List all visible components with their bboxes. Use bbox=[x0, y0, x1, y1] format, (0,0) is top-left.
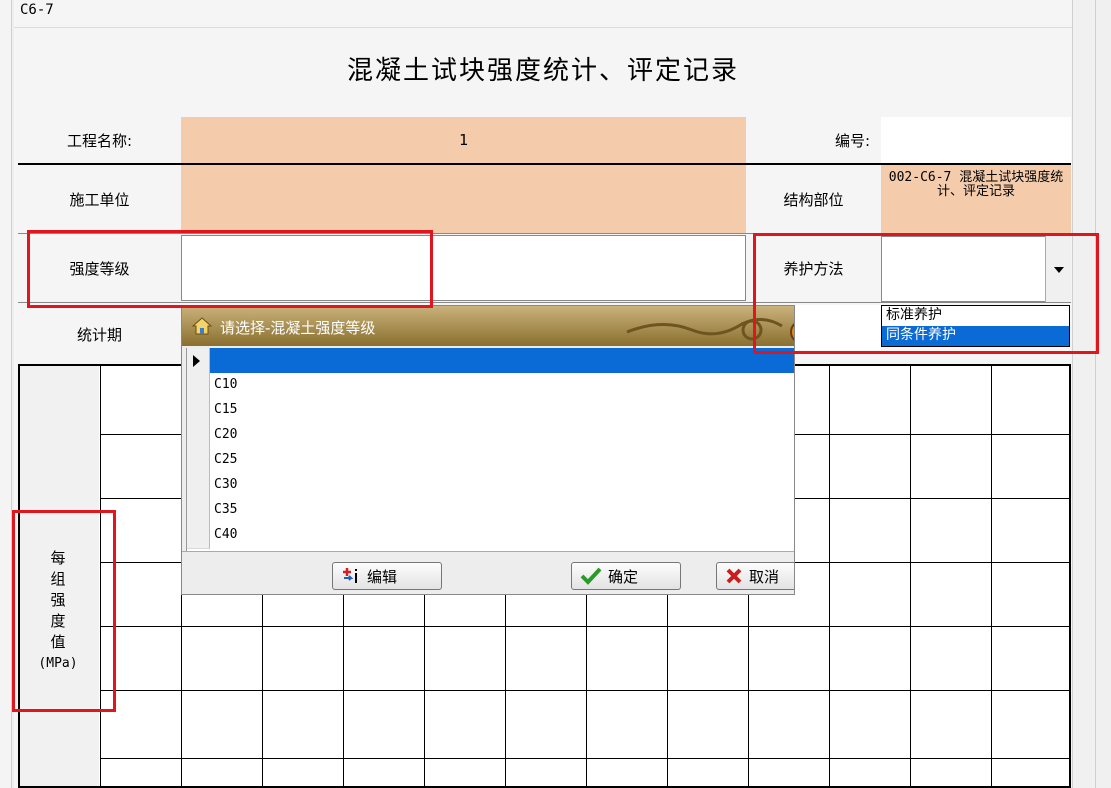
close-icon bbox=[726, 568, 742, 584]
number-label: 编号: bbox=[834, 131, 870, 150]
project-name-field[interactable]: 1 bbox=[181, 117, 746, 163]
home-icon bbox=[192, 317, 212, 335]
construction-unit-field[interactable] bbox=[181, 165, 746, 233]
list-item[interactable]: C35 bbox=[187, 498, 794, 524]
cancel-button[interactable]: 取消 bbox=[716, 562, 794, 590]
list-item[interactable]: C10 bbox=[187, 373, 794, 399]
checkmark-icon bbox=[580, 567, 602, 585]
edit-button[interactable]: 编辑 bbox=[332, 562, 442, 590]
list-item[interactable]: C15 bbox=[187, 398, 794, 424]
dialog-title: 请选择-混凝土强度等级 bbox=[220, 319, 376, 337]
edit-button-label: 编辑 bbox=[367, 567, 398, 586]
confirm-button[interactable]: 确定 bbox=[571, 562, 681, 590]
row-pointer-icon bbox=[193, 355, 200, 367]
list-item[interactable]: C25 bbox=[187, 448, 794, 474]
sheet-code: C6-7 bbox=[20, 2, 54, 18]
left-panel-edge bbox=[0, 0, 12, 788]
list-item[interactable]: C30 bbox=[187, 473, 794, 499]
highlight-curing-method bbox=[753, 233, 1099, 354]
construction-unit-label: 施工单位 bbox=[69, 190, 130, 209]
grade-value: C20 bbox=[214, 427, 238, 442]
grade-value: C15 bbox=[214, 402, 238, 417]
highlight-strength-value bbox=[12, 510, 116, 712]
list-item[interactable]: C20 bbox=[187, 423, 794, 449]
list-item[interactable] bbox=[187, 348, 794, 374]
statistics-period-label: 统计期 bbox=[76, 325, 122, 344]
grade-value: C30 bbox=[214, 477, 238, 492]
page-title: 混凝土试块强度统计、评定记录 bbox=[346, 56, 739, 86]
dialog-titlebar[interactable]: 请选择-混凝土强度等级 bbox=[182, 306, 794, 346]
project-name-label: 工程名称: bbox=[66, 131, 133, 150]
grade-value: C40 bbox=[214, 527, 238, 542]
grade-value: C35 bbox=[214, 502, 238, 517]
highlight-strength-grade bbox=[27, 230, 433, 308]
grade-value: C10 bbox=[214, 377, 238, 392]
number-field[interactable] bbox=[881, 117, 1071, 163]
confirm-button-label: 确定 bbox=[608, 567, 639, 586]
grade-picker-dialog: 请选择-混凝土强度等级 C10 C15 C20 C25 C30 C35 C40 … bbox=[181, 305, 795, 595]
grade-value: C25 bbox=[214, 452, 238, 467]
list-item[interactable]: C40 bbox=[187, 523, 794, 549]
grade-list: C10 C15 C20 C25 C30 C35 C40 bbox=[186, 348, 794, 551]
structure-part-label: 结构部位 bbox=[783, 190, 844, 209]
dialog-footer: 编辑 确定 取消 bbox=[182, 551, 794, 594]
cancel-button-label: 取消 bbox=[749, 567, 780, 586]
right-panel bbox=[1072, 0, 1111, 788]
divider bbox=[14, 27, 1072, 28]
edit-icon bbox=[343, 568, 357, 583]
structure-part-field[interactable]: 002-C6-7 混凝土试块强度统计、评定记录 bbox=[881, 165, 1071, 233]
